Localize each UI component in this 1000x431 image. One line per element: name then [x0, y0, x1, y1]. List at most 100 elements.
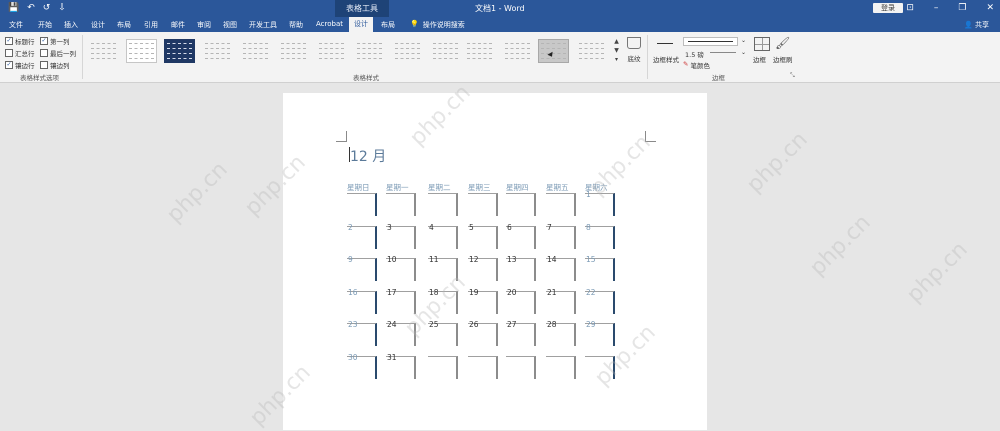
save-icon[interactable]: 💾	[8, 3, 19, 13]
calendar-cell[interactable]	[468, 193, 498, 216]
option-header-row[interactable]: ✓ 标题行	[5, 36, 35, 46]
gallery-scroll[interactable]: ▲ ▼ ▾	[612, 37, 621, 65]
calendar-cell[interactable]	[468, 355, 498, 379]
tab-insert[interactable]: 插入	[64, 20, 78, 30]
line-style-dropdown[interactable]	[683, 37, 738, 46]
calendar-cell[interactable]: 8	[585, 223, 615, 249]
chevron-down-icon[interactable]: ▼	[612, 46, 621, 55]
calendar-cell[interactable]: 23	[347, 320, 377, 346]
chevron-up-icon[interactable]: ▲	[612, 37, 621, 46]
calendar-cell[interactable]	[428, 193, 458, 216]
calendar-cell[interactable]: 30	[347, 353, 377, 379]
checkbox-checked-icon[interactable]: ✓	[40, 37, 48, 45]
share-button[interactable]: 👤 共享	[964, 20, 989, 30]
calendar-cell[interactable]: 25	[428, 320, 458, 346]
option-banded-rows[interactable]: ✓ 镶边行	[5, 60, 35, 70]
calendar-cell[interactable]: 13	[506, 255, 536, 281]
calendar-cell[interactable]: 7	[546, 223, 576, 249]
calendar-cell[interactable]: 31	[386, 353, 416, 379]
tab-references[interactable]: 引用	[144, 20, 158, 30]
calendar-cell[interactable]: 22	[585, 288, 615, 314]
calendar-cell[interactable]: 27	[506, 320, 536, 346]
borders-icon[interactable]	[754, 37, 770, 51]
checkbox-icon[interactable]	[40, 49, 48, 57]
calendar-cell[interactable]: 14	[546, 255, 576, 281]
calendar-cell[interactable]: 29	[585, 320, 615, 346]
table-style-swatch[interactable]	[464, 39, 495, 63]
gallery-more-icon[interactable]: ▾	[612, 55, 621, 64]
restore-icon[interactable]: ❐	[958, 3, 966, 13]
checkbox-icon[interactable]	[40, 61, 48, 69]
option-banded-columns[interactable]: 镶边列	[40, 60, 70, 70]
calendar-cell[interactable]	[506, 193, 536, 216]
calendar-cell[interactable]	[546, 193, 576, 216]
ribbon-display-options-icon[interactable]: ⊡	[906, 3, 914, 13]
calendar-cell[interactable]: 10	[386, 255, 416, 281]
border-painter-icon[interactable]: 🖌	[775, 36, 790, 50]
tab-developer[interactable]: 开发工具	[249, 20, 277, 30]
calendar-cell[interactable]: 20	[506, 288, 536, 314]
table-style-swatch[interactable]	[126, 39, 157, 63]
calendar-cell[interactable]: 5	[468, 223, 498, 249]
chevron-down-icon[interactable]: ⌄	[741, 37, 746, 44]
calendar-cell[interactable]	[347, 193, 377, 216]
tab-review[interactable]: 审阅	[197, 20, 211, 30]
calendar-cell[interactable]: 16	[347, 288, 377, 314]
calendar-cell[interactable]	[506, 355, 536, 379]
tell-me-search[interactable]: 💡 操作说明搜索	[410, 20, 465, 30]
calendar-cell[interactable]: 19	[468, 288, 498, 314]
tab-help[interactable]: 帮助	[289, 20, 303, 30]
document-page[interactable]: 12 月 星期日 星期一 星期二 星期三 星期四 星期五 星期六 1 2 3 4 5 6 7 8 9 10 11 1…	[240, 80, 876, 431]
table-style-swatch[interactable]	[316, 39, 347, 63]
border-painter-button[interactable]: 边框刷	[773, 54, 793, 64]
redo-icon[interactable]: ↺	[43, 3, 51, 13]
calendar-cell[interactable]: 15	[585, 255, 615, 281]
calendar-cell[interactable]: 21	[546, 288, 576, 314]
tab-acrobat[interactable]: Acrobat	[316, 20, 343, 28]
tab-file[interactable]: 文件	[9, 20, 23, 30]
tab-mailings[interactable]: 邮件	[171, 20, 185, 30]
tab-layout[interactable]: 布局	[117, 20, 131, 30]
checkbox-checked-icon[interactable]: ✓	[5, 61, 13, 69]
checkbox-icon[interactable]	[5, 49, 13, 57]
calendar-cell[interactable]: 3	[386, 223, 416, 249]
calendar-cell[interactable]: 4	[428, 223, 458, 249]
tab-design[interactable]: 设计	[91, 20, 105, 30]
borders-button[interactable]: 边框	[753, 54, 766, 64]
calendar-cell[interactable]: 9	[347, 255, 377, 281]
minimize-icon[interactable]: –	[934, 3, 939, 13]
table-style-swatch[interactable]	[278, 39, 309, 63]
table-style-swatch[interactable]	[88, 39, 119, 63]
undo-icon[interactable]: ↶	[27, 3, 35, 13]
tab-home[interactable]: 开始	[38, 20, 52, 30]
calendar-cell[interactable]: 26	[468, 320, 498, 346]
shading-button[interactable]: 底纹	[626, 37, 642, 63]
tab-table-design[interactable]: 设计	[349, 17, 373, 32]
calendar-cell[interactable]	[428, 355, 458, 379]
calendar-cell[interactable]: 6	[506, 223, 536, 249]
calendar-cell[interactable]	[386, 193, 416, 216]
table-style-swatch[interactable]	[430, 39, 461, 63]
table-style-swatch[interactable]	[240, 39, 271, 63]
customize-toolbar-icon[interactable]: ⇩	[58, 3, 66, 13]
option-first-column[interactable]: ✓ 第一列	[40, 36, 70, 46]
chevron-down-icon[interactable]: ⌄	[741, 49, 746, 56]
calendar-cell[interactable]: 28	[546, 320, 576, 346]
calendar-cell[interactable]: 2	[347, 223, 377, 249]
table-style-swatch[interactable]	[202, 39, 233, 63]
table-style-swatch[interactable]	[576, 39, 607, 63]
close-icon[interactable]: ✕	[986, 3, 994, 13]
option-total-row[interactable]: 汇总行	[5, 48, 35, 58]
table-style-swatch[interactable]	[502, 39, 533, 63]
pen-color-button[interactable]: ✎ 笔颜色	[683, 60, 710, 70]
tab-table-layout[interactable]: 布局	[381, 20, 395, 30]
table-style-swatch-selected[interactable]	[538, 39, 569, 63]
border-styles-button[interactable]: 边框样式	[653, 54, 679, 64]
checkbox-checked-icon[interactable]: ✓	[5, 37, 13, 45]
table-style-swatch[interactable]	[164, 39, 195, 63]
table-style-swatch[interactable]	[392, 39, 423, 63]
calendar-cell[interactable]: 12	[468, 255, 498, 281]
login-button[interactable]: 登录	[873, 3, 903, 13]
pen-weight-dropdown[interactable]: 1.5 磅	[685, 49, 704, 59]
tab-view[interactable]: 视图	[223, 20, 237, 30]
